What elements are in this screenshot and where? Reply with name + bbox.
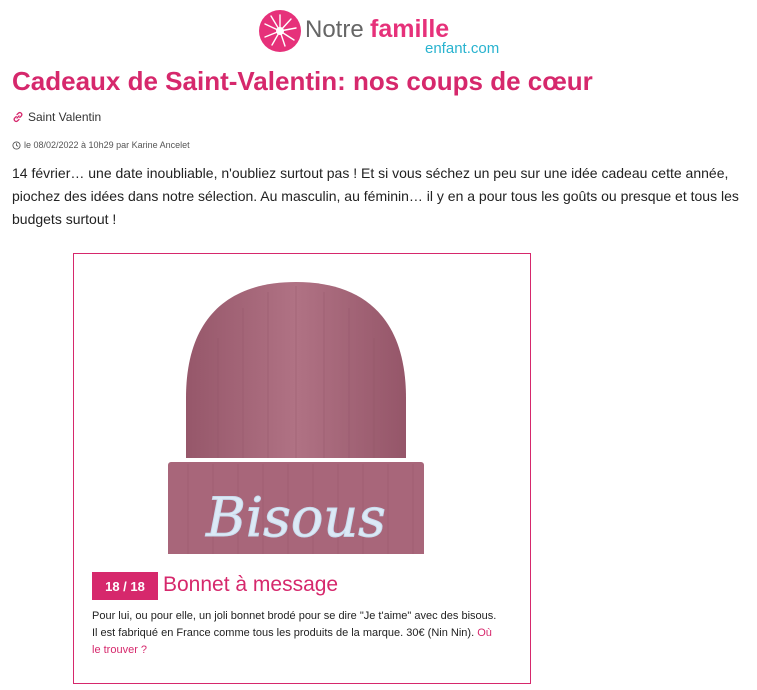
slide-title: Bonnet à message — [163, 573, 339, 596]
site-header: Notre famille enfant.com — [0, 0, 757, 62]
logo-subtitle: enfant.com — [425, 40, 499, 56]
slide-counter: 18 / 18 — [92, 572, 158, 600]
link-icon — [13, 111, 23, 123]
site-logo[interactable]: Notre famille enfant.com — [258, 6, 510, 56]
slideshow-card: Bisous 18 / 18 Bonnet à message Pour lui… — [73, 253, 531, 684]
clock-icon — [12, 140, 21, 150]
slide-description-text: Pour lui, ou pour elle, un joli bonnet b… — [92, 610, 497, 639]
article-title: Cadeaux de Saint-Valentin: nos coups de … — [12, 66, 593, 96]
category-label[interactable]: Saint Valentin — [28, 110, 101, 124]
beanie-image[interactable]: Bisous — [158, 278, 434, 554]
logo-word-notre: Notre — [305, 16, 364, 43]
article-category[interactable]: Saint Valentin — [12, 108, 101, 126]
flower-icon — [259, 10, 301, 52]
logo-word-famille: famille — [370, 15, 449, 43]
beanie-embroidery-text: Bisous — [205, 486, 386, 549]
article-intro: 14 février… une date inoubliable, n'oubl… — [12, 165, 739, 227]
slide-description: Pour lui, ou pour elle, un joli bonnet b… — [92, 608, 502, 659]
meta-text: le 08/02/2022 à 10h29 par Karine Ancelet — [24, 140, 190, 150]
article-meta: le 08/02/2022 à 10h29 par Karine Ancelet — [12, 138, 190, 152]
